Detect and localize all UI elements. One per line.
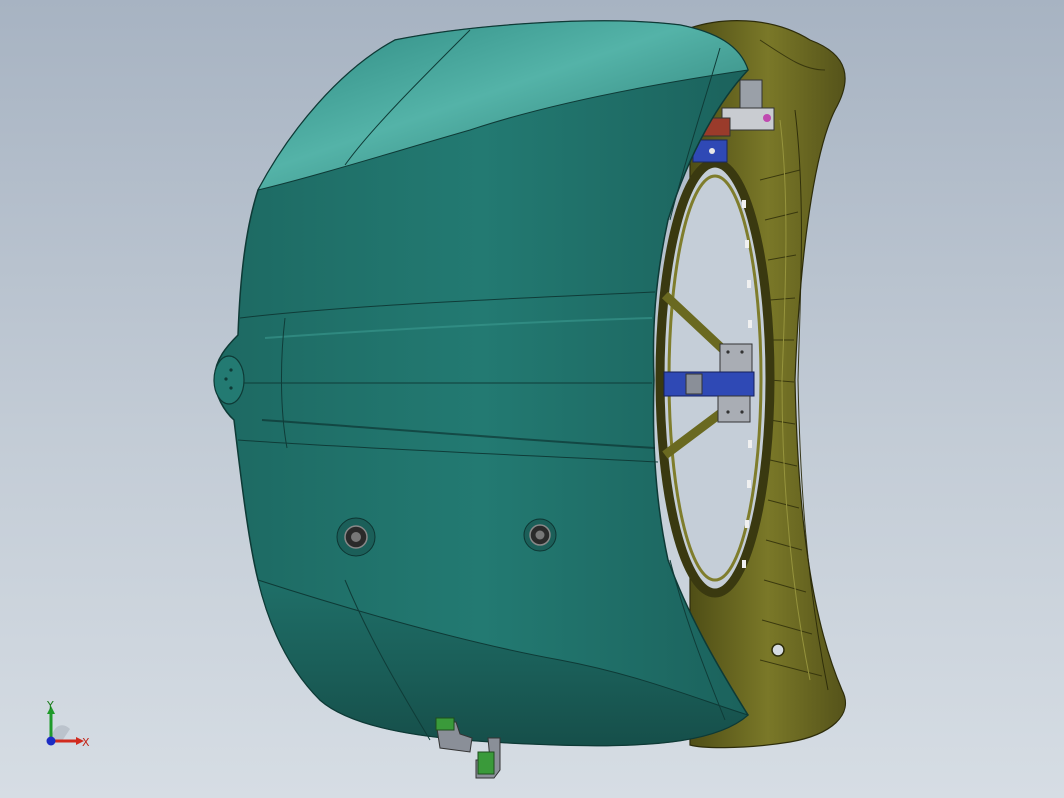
hood-grommet-right[interactable] [523,518,557,552]
x-axis-label: X [82,736,90,749]
hood-grommet-left[interactable] [336,517,376,557]
hood-assembly-model[interactable] [0,0,1064,798]
y-axis-label: Y [47,699,54,712]
z-axis-marker [46,736,56,746]
graphics-viewport[interactable]: Y X [0,0,1064,798]
